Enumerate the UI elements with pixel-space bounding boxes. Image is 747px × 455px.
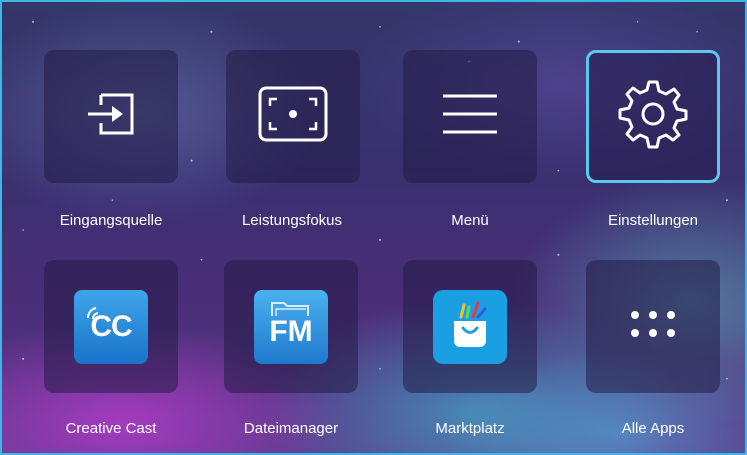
tile-label-all-apps: Alle Apps [621, 420, 685, 437]
tile-label-settings: Einstellungen [607, 212, 699, 229]
tile-label-creative-cast: Creative Cast [65, 420, 157, 437]
tile-label-marketplace: Marktplatz [435, 420, 505, 437]
tile-settings[interactable] [586, 50, 720, 183]
creative-cast-icon: CC [74, 289, 148, 364]
gear-icon [617, 78, 689, 155]
tile-label-file-manager: Dateimanager [243, 420, 339, 437]
tile-focus[interactable] [226, 50, 360, 183]
file-manager-icon: FM [254, 289, 328, 364]
tile-label-input-source: Eingangsquelle [59, 212, 163, 229]
all-apps-icon [628, 309, 678, 344]
tile-creative-cast[interactable]: CC [44, 260, 178, 393]
focus-icon [256, 84, 330, 149]
input-source-icon [76, 79, 146, 154]
tile-marketplace[interactable] [403, 260, 537, 393]
tile-file-manager[interactable]: FM [224, 260, 358, 393]
tile-input-source[interactable] [44, 50, 178, 183]
marketplace-icon [433, 289, 507, 364]
home-screen: Eingangsquelle Leistungsfokus Menü Einst… [0, 0, 747, 455]
tile-label-focus: Leistungsfokus [241, 212, 343, 229]
tile-menu[interactable] [403, 50, 537, 183]
tile-all-apps[interactable] [586, 260, 720, 393]
tile-label-menu: Menü [451, 212, 489, 229]
file-manager-badge-text: FM [269, 314, 313, 348]
menu-icon [440, 91, 500, 142]
